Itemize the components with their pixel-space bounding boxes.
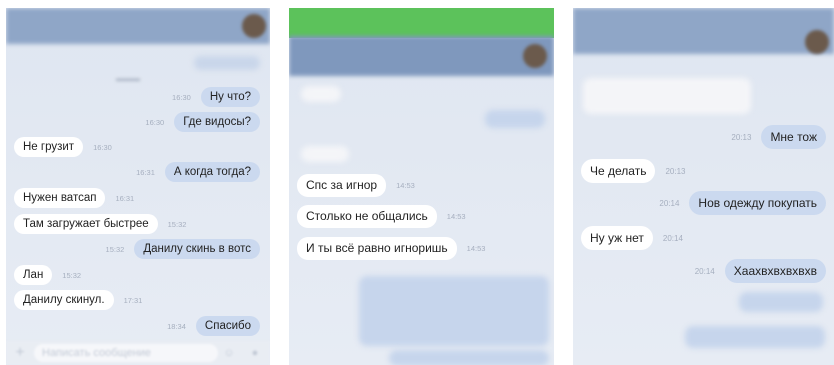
- message-text: Спс за игнор: [297, 174, 387, 197]
- blurred-message: [739, 292, 823, 312]
- message-time: 14:53: [446, 212, 466, 221]
- message-time: 20:14: [659, 198, 680, 208]
- date-separator: ▬▬▬: [116, 74, 140, 83]
- message-time: 16:30: [172, 92, 191, 102]
- message[interactable]: Спс за игнор 14:53: [297, 174, 425, 197]
- message-time: 15:32: [167, 219, 187, 229]
- message[interactable]: Данилу скинул. 17:31: [14, 290, 152, 310]
- message[interactable]: 16:30 Ну что?: [162, 87, 260, 107]
- message-text: Данилу скинь в вотс: [134, 239, 260, 259]
- message-text: Данилу скинул.: [14, 290, 114, 310]
- message[interactable]: 15:32 Данилу скинь в вотс: [96, 239, 260, 259]
- message[interactable]: 20:14 Хаахвхвхвхвхв: [685, 259, 826, 283]
- message[interactable]: 16:30 Где видосы?: [135, 112, 260, 132]
- message[interactable]: 20:13 Мне тож: [721, 125, 826, 149]
- message-text: Столько не общались: [297, 205, 437, 228]
- plus-icon[interactable]: +: [6, 344, 34, 362]
- message[interactable]: Лан 15:32: [14, 265, 91, 285]
- avatar[interactable]: [242, 14, 266, 38]
- blurred-message: [583, 78, 751, 114]
- message[interactable]: Че делать 20:13: [581, 159, 695, 183]
- blurred-message: [359, 276, 549, 346]
- blurred-message: [485, 110, 545, 128]
- message-time: 16:31: [136, 167, 155, 177]
- avatar[interactable]: [523, 44, 547, 68]
- chat-screenshot-3: 20:13 Мне тож Че делать 20:13 20:14 Нов …: [573, 8, 834, 365]
- message-text: Мне тож: [761, 125, 826, 149]
- message-text: Нов одежду покупать: [689, 191, 826, 215]
- blurred-message: [301, 146, 349, 162]
- blurred-message: [685, 326, 825, 348]
- message-time: 18:34: [167, 321, 186, 331]
- message[interactable]: Столько не общались 14:53: [297, 205, 476, 228]
- message-time: 14:53: [466, 244, 486, 253]
- message-text: Где видосы?: [174, 112, 260, 132]
- message-text: А когда тогда?: [164, 162, 260, 182]
- message-time: 20:14: [694, 266, 715, 276]
- message-time: 16:30: [93, 142, 112, 152]
- message-text: Хаахвхвхвхвхв: [724, 259, 826, 283]
- chat-header: [289, 36, 554, 76]
- chat-header: [6, 8, 270, 44]
- message-text: Ну уж нет: [581, 226, 653, 250]
- message-time: 20:13: [665, 166, 686, 176]
- microphone-icon[interactable]: ●: [240, 347, 270, 359]
- message[interactable]: 16:31 А когда тогда?: [126, 162, 260, 182]
- chat-screenshot-2: Спс за игнор 14:53 Столько не общались 1…: [289, 8, 554, 365]
- message-time: 15:32: [62, 270, 82, 280]
- message-time: 16:31: [115, 193, 135, 203]
- message-text: И ты всё равно игноришь: [297, 237, 457, 260]
- message-input[interactable]: Написать сообщение: [34, 344, 218, 362]
- blurred-message: [194, 56, 260, 70]
- message-text: Ну что?: [200, 87, 260, 107]
- emoji-icon[interactable]: ☺: [218, 347, 240, 359]
- message[interactable]: Там загружает быстрее 15:32: [14, 214, 196, 234]
- blurred-message: [389, 350, 549, 365]
- chat-screenshot-1: ▬▬▬ 16:30 Ну что? 16:30 Где видосы? Не г…: [6, 8, 270, 365]
- blurred-message: [301, 86, 341, 102]
- message[interactable]: Ну уж нет 20:14: [581, 226, 693, 250]
- message-composer: + Написать сообщение ☺ ●: [6, 341, 270, 365]
- message-time: 14:53: [396, 181, 415, 190]
- message-text: Лан: [14, 265, 53, 285]
- chat-header: [573, 8, 834, 54]
- message-time: 20:14: [662, 233, 683, 243]
- message[interactable]: 20:14 Нов одежду покупать: [649, 191, 826, 215]
- message[interactable]: 18:34 Спасибо: [157, 316, 260, 336]
- message-time: 16:30: [145, 117, 165, 127]
- message-text: Не грузит: [14, 137, 84, 157]
- message[interactable]: Не грузит 16:30: [14, 137, 122, 157]
- message-text: Там загружает быстрее: [14, 214, 158, 234]
- message[interactable]: Нужен ватсап 16:31: [14, 188, 144, 208]
- message[interactable]: И ты всё равно игноришь 14:53: [297, 237, 495, 260]
- message-text: Спасибо: [195, 316, 260, 336]
- message-text: Нужен ватсап: [14, 188, 106, 208]
- message-time: 17:31: [123, 295, 143, 305]
- status-bar: [289, 8, 554, 38]
- avatar[interactable]: [805, 30, 829, 54]
- message-time: 20:13: [731, 132, 752, 142]
- message-time: 15:32: [105, 244, 125, 254]
- message-text: Че делать: [581, 159, 656, 183]
